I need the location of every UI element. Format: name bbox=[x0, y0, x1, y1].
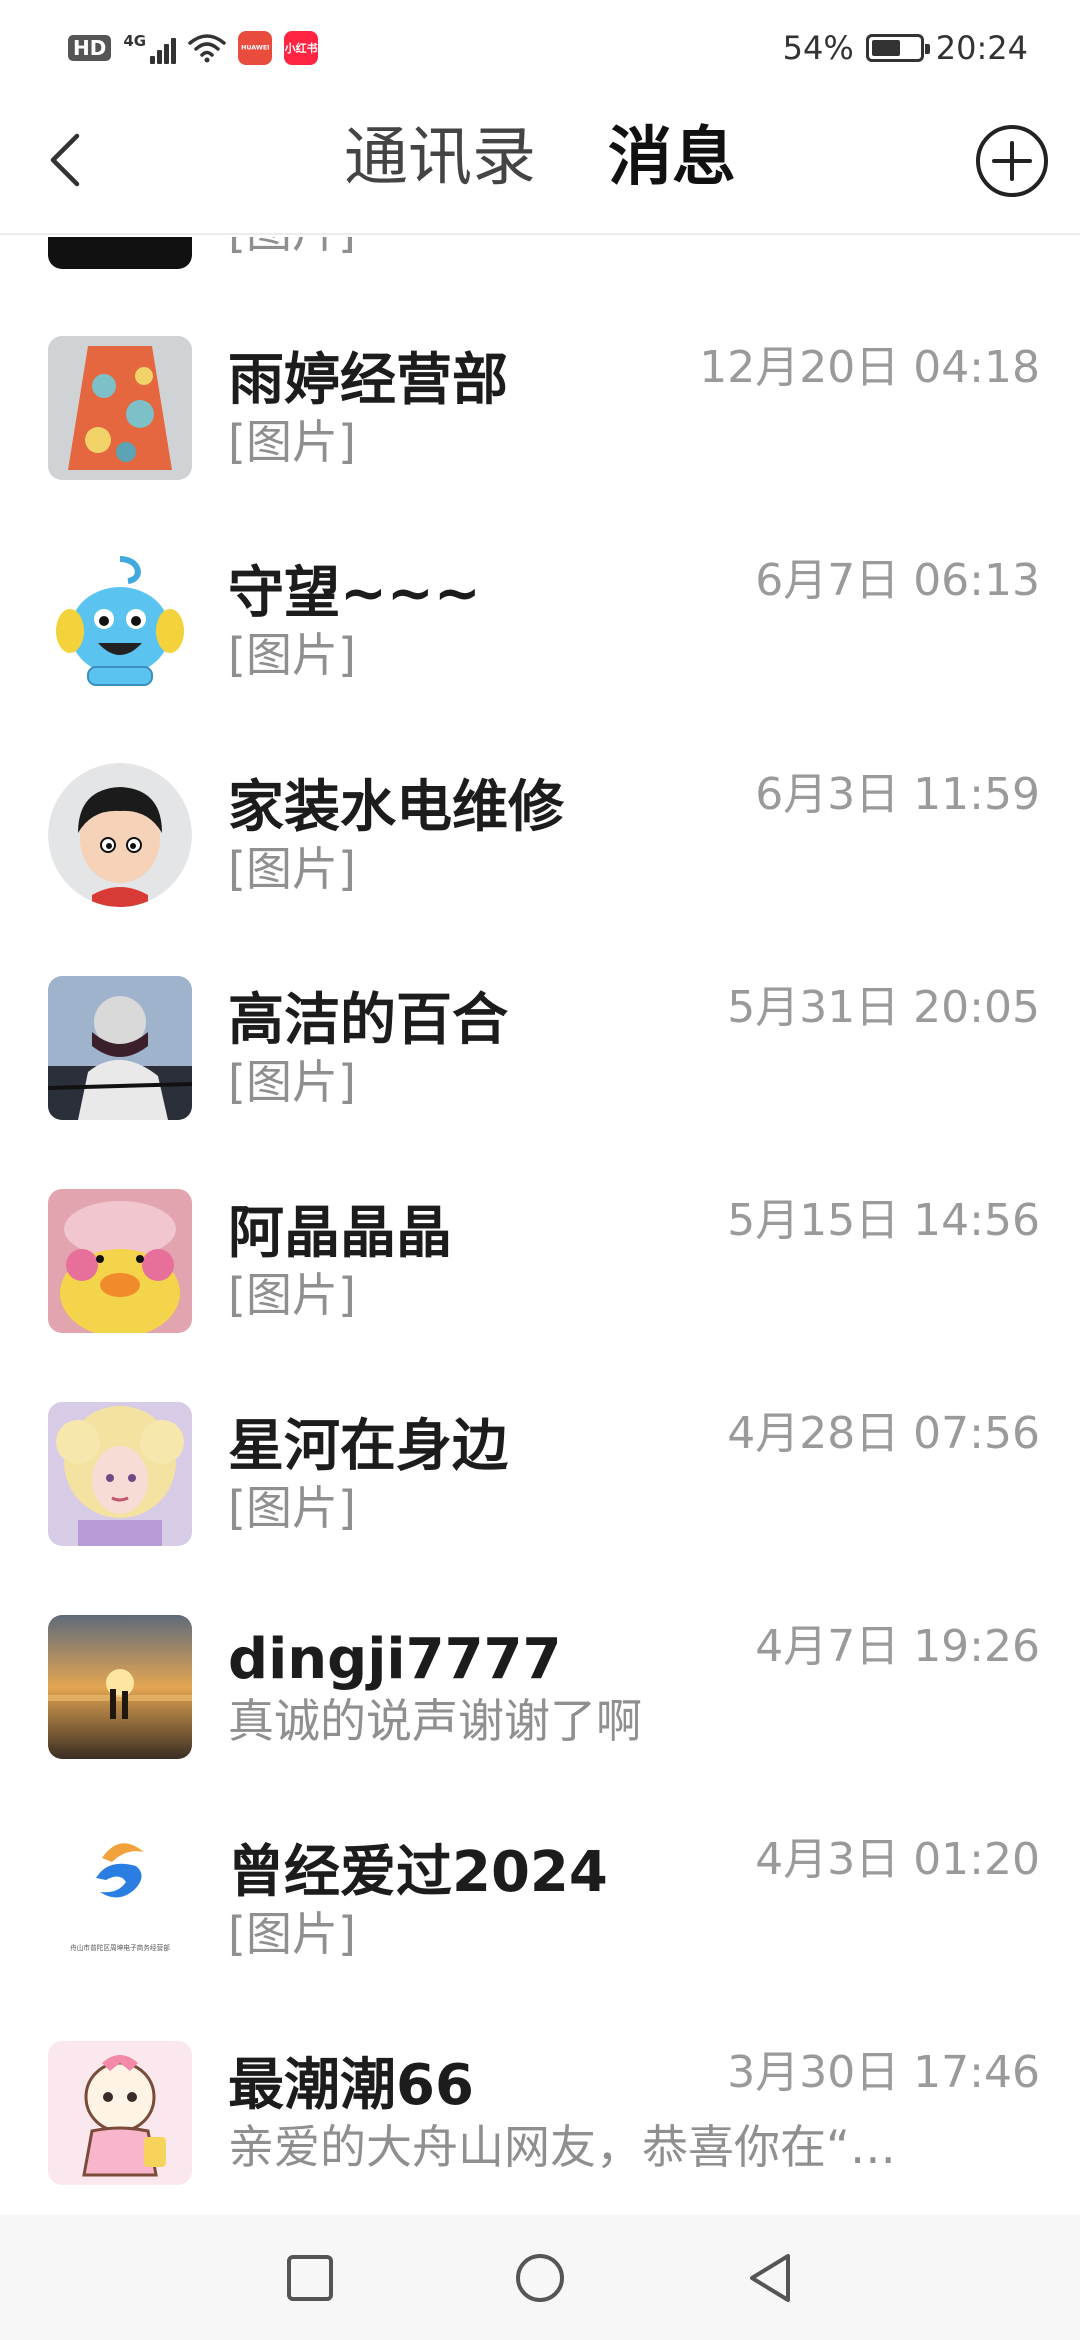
cellular-signal-icon: 4G bbox=[123, 31, 177, 64]
network-type: 4G bbox=[123, 31, 147, 50]
avatar-caption: 舟山市普陀区周坤电子商务经营部 bbox=[70, 1944, 170, 1952]
avatar bbox=[48, 763, 192, 907]
message-preview: [图片] bbox=[228, 237, 356, 259]
battery-percent: 54% bbox=[782, 28, 854, 67]
plus-circle-icon bbox=[976, 125, 1048, 197]
message-preview: [图片] bbox=[228, 1055, 356, 1109]
xiaohongshu-app-label: 小红书 bbox=[284, 41, 318, 55]
contact-name: dingji7777 bbox=[228, 1627, 562, 1692]
avatar bbox=[48, 1189, 192, 1333]
xiaohongshu-app-icon: 小红书 bbox=[284, 30, 319, 65]
conversation-row[interactable]: dingji7777 真诚的说声谢谢了啊 4月7日 19:26 bbox=[0, 1615, 1080, 1828]
message-preview: 亲爱的大舟山网友，恭喜你在“… bbox=[228, 2120, 896, 2174]
contact-name: 阿晶晶晶 bbox=[228, 1201, 452, 1266]
message-preview: [图片] bbox=[228, 415, 356, 469]
status-bar: HD 4G HUAWEI 小红书 54% 20:24 bbox=[0, 0, 1080, 95]
system-navigation-bar bbox=[0, 2215, 1080, 2340]
tab-messages[interactable]: 消息 bbox=[608, 120, 736, 196]
conversation-row[interactable]: 家装水电维修 [图片] 6月3日 11:59 bbox=[0, 763, 1080, 976]
app-header: 通讯录 消息 bbox=[0, 95, 1080, 235]
avatar bbox=[48, 237, 192, 269]
conversation-row[interactable]: [图片] bbox=[0, 237, 1080, 338]
message-preview: 真诚的说声谢谢了啊 bbox=[228, 1694, 642, 1748]
conversation-row[interactable]: 舟山市普陀区周坤电子商务经营部 曾经爱过2024 [图片] 4月3日 01:20 bbox=[0, 1828, 1080, 2041]
status-bar-left: HD 4G HUAWEI 小红书 bbox=[68, 30, 319, 65]
message-preview: [图片] bbox=[228, 1481, 356, 1535]
messages-screen: HD 4G HUAWEI 小红书 54% 20:24 通讯录 消息 雨婷经营部 … bbox=[0, 0, 1080, 2340]
contact-name: 星河在身边 bbox=[228, 1414, 508, 1479]
huawei-app-icon: HUAWEI bbox=[238, 30, 273, 65]
contact-name: 高洁的百合 bbox=[228, 988, 508, 1053]
avatar bbox=[48, 336, 192, 480]
recent-apps-button[interactable] bbox=[280, 2248, 340, 2308]
tab-contacts[interactable]: 通讯录 bbox=[344, 120, 536, 196]
home-button[interactable] bbox=[510, 2248, 570, 2308]
conversation-row[interactable]: 阿晶晶晶 [图片] 5月15日 14:56 bbox=[0, 1189, 1080, 1402]
add-button[interactable] bbox=[974, 123, 1050, 199]
message-time: 4月3日 01:20 bbox=[755, 1834, 1040, 1885]
conversation-row[interactable]: 守望~~~ [图片] 6月7日 06:13 bbox=[0, 549, 1080, 762]
message-preview: [图片] bbox=[228, 1907, 356, 1961]
message-time: 6月7日 06:13 bbox=[755, 555, 1040, 606]
message-time: 3月30日 17:46 bbox=[727, 2047, 1040, 2098]
message-preview: [图片] bbox=[228, 628, 356, 682]
message-time: 12月20日 04:18 bbox=[699, 342, 1040, 393]
conversation-row[interactable]: 星河在身边 [图片] 4月28日 07:56 bbox=[0, 1402, 1080, 1615]
system-back-button[interactable] bbox=[740, 2248, 800, 2308]
conversation-row[interactable]: 高洁的百合 [图片] 5月31日 20:05 bbox=[0, 976, 1080, 1189]
avatar bbox=[48, 2041, 192, 2185]
wifi-icon bbox=[188, 33, 226, 62]
message-time: 4月28日 07:56 bbox=[727, 1408, 1040, 1459]
hd-badge: HD bbox=[68, 34, 112, 61]
square-icon bbox=[287, 2254, 333, 2301]
avatar bbox=[48, 976, 192, 1120]
clock: 20:24 bbox=[935, 28, 1028, 67]
header-tabs: 通讯录 消息 bbox=[0, 120, 1080, 196]
avatar: 舟山市普陀区周坤电子商务经营部 bbox=[48, 1828, 192, 1972]
message-list[interactable]: [图片] 雨婷经营部 [图片] 12月20日 04:18 bbox=[0, 237, 1080, 2215]
message-time: 6月3日 11:59 bbox=[755, 769, 1040, 820]
battery-icon bbox=[865, 33, 930, 62]
message-preview: [图片] bbox=[228, 842, 356, 896]
conversation-row[interactable]: 最潮潮66 亲爱的大舟山网友，恭喜你在“… 3月30日 17:46 bbox=[0, 2041, 1080, 2215]
message-time: 4月7日 19:26 bbox=[755, 1621, 1040, 1672]
huawei-app-label: HUAWEI bbox=[240, 44, 270, 51]
status-bar-right: 54% 20:24 bbox=[783, 29, 1028, 67]
conversation-row[interactable]: 雨婷经营部 [图片] 12月20日 04:18 bbox=[0, 336, 1080, 549]
avatar bbox=[48, 1615, 192, 1759]
contact-name: 最潮潮66 bbox=[228, 2053, 474, 2118]
contact-name: 家装水电维修 bbox=[228, 775, 564, 840]
triangle-back-icon bbox=[750, 2253, 790, 2302]
message-preview: [图片] bbox=[228, 1268, 356, 1322]
circle-icon bbox=[516, 2253, 564, 2302]
contact-name: 守望~~~ bbox=[228, 561, 481, 626]
avatar bbox=[48, 1402, 192, 1546]
contact-name: 雨婷经营部 bbox=[228, 348, 508, 413]
contact-name: 曾经爱过2024 bbox=[228, 1840, 608, 1905]
avatar bbox=[48, 549, 192, 693]
message-time: 5月31日 20:05 bbox=[727, 982, 1040, 1033]
message-time: 5月15日 14:56 bbox=[727, 1195, 1040, 1246]
